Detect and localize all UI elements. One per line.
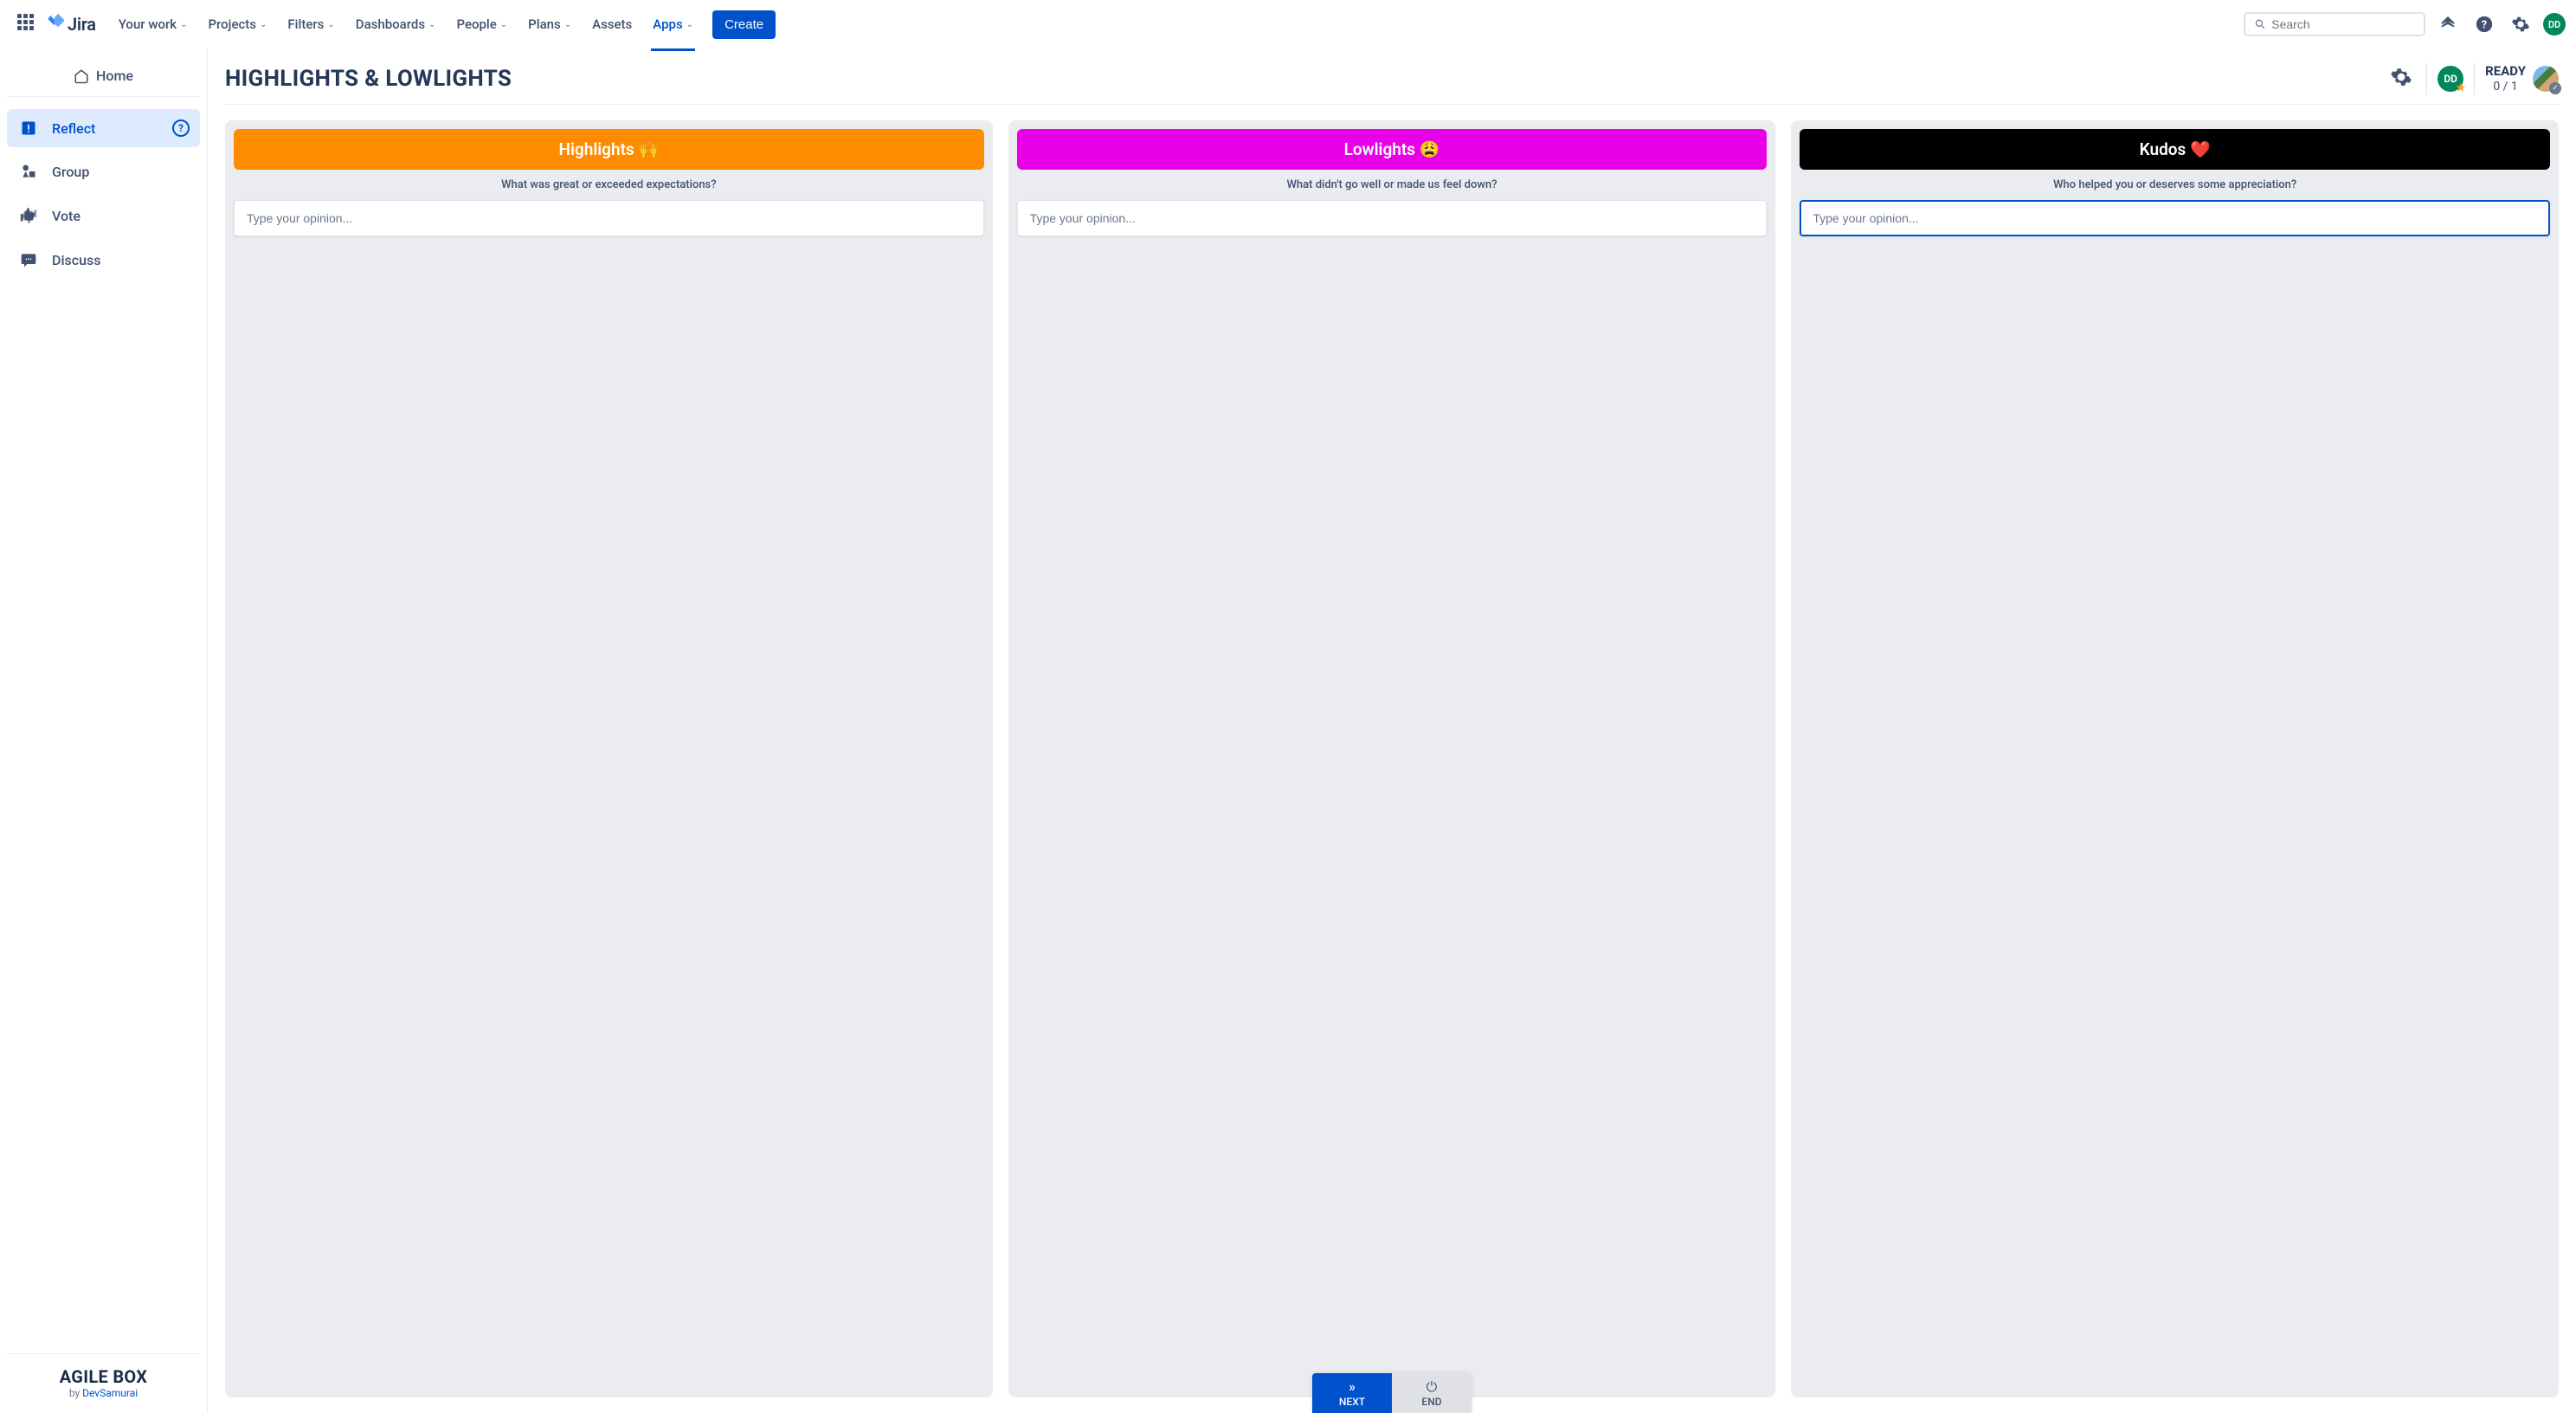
sidebar-item-discuss[interactable]: Discuss	[7, 241, 200, 279]
chevron-down-icon: ⌄	[180, 20, 187, 29]
svg-text:?: ?	[2482, 19, 2487, 32]
sidebar-item-label: Discuss	[52, 252, 100, 268]
column-header: Highlights 🙌	[234, 129, 984, 170]
app-switcher-icon[interactable]	[17, 14, 38, 35]
search-icon	[2254, 17, 2266, 31]
jira-mark-icon	[45, 12, 64, 36]
column-header: Kudos ❤️	[1800, 129, 2550, 170]
jira-wordmark: Jira	[68, 14, 96, 35]
nav-item-assets[interactable]: Assets	[583, 11, 641, 37]
notifications-icon[interactable]	[2434, 10, 2462, 38]
star-badge-icon: ★	[2456, 81, 2465, 94]
sidebar-item-group[interactable]: Group	[7, 152, 200, 190]
bottom-actions: » NEXT ⏻ END	[1312, 1373, 1472, 1413]
footer-title: AGILE BOX	[7, 1366, 200, 1387]
nav-item-filters[interactable]: Filters⌄	[279, 11, 343, 37]
sidebar-item-vote[interactable]: Vote	[7, 196, 200, 236]
power-icon: ⏻	[1426, 1380, 1438, 1394]
next-icon: »	[1349, 1380, 1356, 1394]
chevron-down-icon: ⌄	[564, 20, 571, 29]
sidebar-item-label: Vote	[52, 208, 80, 224]
ready-count: 0 / 1	[2493, 80, 2517, 94]
retro-columns: Highlights 🙌What was great or exceeded e…	[225, 105, 2559, 1413]
chevron-down-icon: ⌄	[428, 20, 435, 29]
ready-status: READY 0 / 1	[2485, 64, 2526, 93]
shapes-icon	[19, 163, 38, 180]
user-photo-avatar[interactable]: ✓	[2533, 66, 2559, 92]
settings-icon[interactable]	[2507, 10, 2534, 38]
column-subtitle: What was great or exceeded expectations?	[234, 170, 984, 200]
profile-avatar[interactable]: DD	[2543, 13, 2566, 35]
retro-column: Kudos ❤️Who helped you or deserves some …	[1791, 120, 2559, 1397]
home-icon	[74, 68, 89, 84]
nav-item-projects[interactable]: Projects⌄	[199, 11, 275, 37]
chat-icon	[19, 251, 38, 268]
presence-avatar[interactable]: DD ★	[2438, 66, 2463, 92]
help-badge-icon[interactable]: ?	[172, 119, 190, 137]
sidebar-items: Reflect? Group Vote Discuss	[7, 104, 200, 284]
divider	[2474, 63, 2475, 94]
chevron-down-icon: ⌄	[260, 20, 267, 29]
create-button[interactable]: Create	[712, 10, 776, 39]
opinion-input[interactable]	[1017, 200, 1768, 236]
column-header: Lowlights 😩	[1017, 129, 1768, 170]
nav-item-apps[interactable]: Apps⌄	[644, 11, 702, 37]
board-settings-icon[interactable]	[2386, 62, 2416, 95]
page-header: HIGHLIGHTS & LOWLIGHTS DD ★ READY 0 / 1 …	[225, 62, 2559, 105]
next-label: NEXT	[1339, 1396, 1365, 1408]
nav-items: Your work⌄Projects⌄Filters⌄Dashboards⌄Pe…	[110, 11, 702, 37]
check-badge-icon: ✓	[2549, 82, 2561, 94]
retro-column: Lowlights 😩What didn't go well or made u…	[1008, 120, 1776, 1397]
next-button[interactable]: » NEXT	[1312, 1373, 1392, 1413]
opinion-input[interactable]	[1800, 200, 2550, 236]
footer-byline: by DevSamurai	[7, 1387, 200, 1399]
column-subtitle: Who helped you or deserves some apprecia…	[1800, 170, 2550, 200]
sidebar-home-label: Home	[96, 68, 133, 84]
search-box[interactable]	[2244, 12, 2425, 36]
divider	[2426, 63, 2427, 94]
help-icon[interactable]: ?	[2470, 10, 2498, 38]
nav-item-people[interactable]: People⌄	[448, 11, 516, 37]
end-button[interactable]: ⏻ END	[1392, 1373, 1472, 1413]
page-title: HIGHLIGHTS & LOWLIGHTS	[225, 66, 512, 92]
sidebar-footer: AGILE BOX by DevSamurai	[7, 1353, 200, 1406]
nav-item-dashboards[interactable]: Dashboards⌄	[347, 11, 445, 37]
thumbs-icon	[19, 206, 38, 225]
top-nav: Jira Your work⌄Projects⌄Filters⌄Dashboar…	[0, 0, 2576, 48]
nav-item-your-work[interactable]: Your work⌄	[110, 11, 196, 37]
nav-right: ? DD	[2244, 10, 2566, 38]
opinion-input[interactable]	[234, 200, 984, 236]
sidebar-item-label: Group	[52, 164, 89, 180]
chevron-down-icon: ⌄	[686, 20, 693, 29]
footer-link[interactable]: DevSamurai	[82, 1387, 138, 1399]
sidebar-item-label: Reflect	[52, 120, 95, 137]
search-input[interactable]	[2271, 17, 2415, 31]
end-label: END	[1421, 1396, 1441, 1408]
chevron-down-icon: ⌄	[327, 20, 334, 29]
retro-column: Highlights 🙌What was great or exceeded e…	[225, 120, 993, 1397]
nav-item-plans[interactable]: Plans⌄	[519, 11, 580, 37]
warning-icon	[19, 119, 38, 137]
column-subtitle: What didn't go well or made us feel down…	[1017, 170, 1768, 200]
chevron-down-icon: ⌄	[500, 20, 507, 29]
sidebar-item-reflect[interactable]: Reflect?	[7, 109, 200, 147]
header-right: DD ★ READY 0 / 1 ✓	[2386, 62, 2559, 95]
sidebar: Home Reflect? Group Vote Discuss AGILE BOX …	[0, 48, 208, 1413]
main: HIGHLIGHTS & LOWLIGHTS DD ★ READY 0 / 1 …	[208, 48, 2576, 1413]
sidebar-home[interactable]: Home	[7, 55, 200, 97]
jira-logo[interactable]: Jira	[45, 12, 96, 36]
ready-label: READY	[2485, 64, 2526, 79]
